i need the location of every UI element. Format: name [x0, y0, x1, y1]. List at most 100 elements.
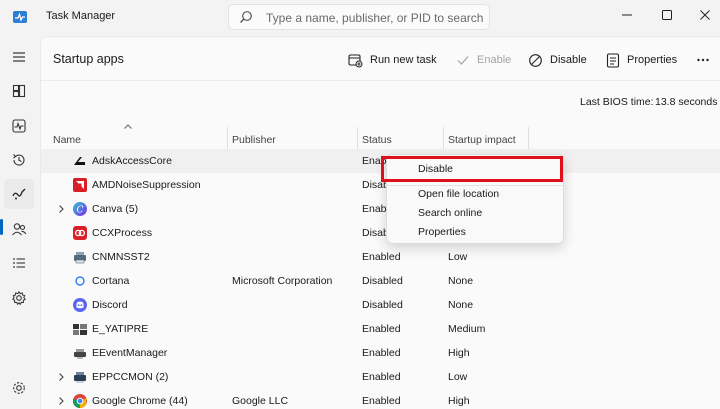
- epson-event-icon: [72, 345, 88, 361]
- column-divider[interactable]: [357, 127, 358, 151]
- column-header-startup-impact[interactable]: Startup impact: [448, 134, 516, 146]
- context-menu-item-properties[interactable]: Properties: [388, 223, 562, 242]
- settings-gear-icon: [13, 382, 25, 394]
- chevron-right-icon[interactable]: [56, 372, 66, 382]
- column-header-status[interactable]: Status: [362, 134, 392, 146]
- app-impact: Low: [448, 251, 468, 263]
- autodesk-icon: [72, 153, 88, 169]
- run-new-task-label: Run new task: [370, 54, 437, 66]
- amd-icon: [72, 177, 88, 193]
- app-name: EPPCCMON (2): [92, 371, 169, 383]
- app-name: Google Chrome (44): [92, 395, 188, 407]
- table-row[interactable]: Google Chrome (44) Google LLC Enabled Hi…: [41, 389, 720, 409]
- epson-monitor-icon: [72, 369, 88, 385]
- minimize-button[interactable]: [612, 3, 642, 27]
- app-status: Enabled: [362, 395, 401, 407]
- nav-services[interactable]: [4, 283, 34, 313]
- active-nav-indicator: [0, 219, 3, 235]
- canon-icon: [72, 249, 88, 265]
- title-bar: Task Manager Type a name, publisher, or …: [0, 0, 720, 34]
- chevron-right-icon[interactable]: [56, 204, 66, 214]
- performance-icon: [12, 119, 26, 133]
- app-impact: High: [448, 395, 470, 407]
- more-options-button[interactable]: [696, 48, 717, 72]
- app-impact: High: [448, 347, 470, 359]
- table-row[interactable]: EPPCCMON (2) Enabled Low: [41, 365, 720, 389]
- run-new-task-button[interactable]: Run new task: [348, 48, 437, 72]
- properties-button[interactable]: Properties: [606, 48, 677, 72]
- users-icon: [12, 223, 27, 236]
- task-manager-icon: [12, 9, 28, 25]
- bios-time-value: 13.8 seconds: [655, 96, 718, 108]
- nav-processes[interactable]: [4, 76, 34, 106]
- app-name: EEventManager: [92, 347, 168, 359]
- table-row[interactable]: Cortana Microsoft Corporation Disabled N…: [41, 269, 720, 293]
- maximize-button[interactable]: [652, 3, 682, 27]
- main-panel: Startup apps Run new task Enable Disable…: [40, 36, 720, 409]
- nav-users[interactable]: [4, 214, 34, 244]
- app-impact: None: [448, 299, 474, 311]
- side-navigation: [0, 34, 38, 409]
- nav-startup-apps[interactable]: [4, 179, 34, 209]
- checkmark-icon: [457, 56, 469, 65]
- sort-ascending-icon[interactable]: [123, 123, 133, 130]
- column-header-name[interactable]: Name: [53, 134, 81, 146]
- svg-text:C: C: [77, 206, 84, 216]
- column-header-publisher[interactable]: Publisher: [232, 134, 276, 146]
- app-status: Disabled: [362, 299, 403, 311]
- more-options-icon: [697, 58, 709, 62]
- run-task-icon: [348, 53, 363, 67]
- app-impact: None: [448, 275, 474, 287]
- bios-time-label: Last BIOS time:: [580, 96, 654, 108]
- details-icon: [13, 258, 25, 268]
- app-name: Discord: [92, 299, 128, 311]
- nav-details[interactable]: [4, 248, 34, 278]
- enable-label: Enable: [477, 54, 512, 66]
- column-divider[interactable]: [528, 127, 529, 151]
- app-impact: Low: [448, 371, 468, 383]
- cortana-icon: [72, 273, 88, 289]
- column-divider[interactable]: [227, 127, 228, 151]
- app-publisher: Google LLC: [232, 395, 289, 407]
- app-name: E_YATIPRE: [92, 323, 149, 335]
- app-status: Disabled: [362, 275, 403, 287]
- disable-button[interactable]: Disable: [528, 48, 587, 72]
- table-row[interactable]: CNMNSST2 Enabled Low: [41, 245, 720, 269]
- maximize-icon: [662, 10, 672, 20]
- enable-button[interactable]: Enable: [456, 48, 511, 72]
- nav-performance[interactable]: [4, 111, 34, 141]
- nav-settings[interactable]: [4, 373, 34, 403]
- table-row[interactable]: Discord Disabled None: [41, 293, 720, 317]
- close-button[interactable]: [690, 3, 720, 27]
- minimize-icon: [622, 14, 632, 16]
- column-divider[interactable]: [443, 127, 444, 151]
- disable-label: Disable: [550, 54, 587, 66]
- app-impact: Medium: [448, 323, 486, 335]
- page-title: Startup apps: [53, 52, 124, 66]
- properties-icon: [606, 52, 620, 68]
- context-menu-item-open-file-location[interactable]: Open file location: [388, 185, 562, 204]
- chrome-icon: [72, 393, 88, 409]
- app-name: Canva (5): [92, 203, 139, 215]
- table-row[interactable]: E_YATIPRE Enabled Medium: [41, 317, 720, 341]
- table-row[interactable]: C Canva (5) Enabled: [41, 197, 720, 221]
- canva-icon: C: [72, 201, 88, 217]
- command-bar-divider: [41, 80, 720, 81]
- app-name: Cortana: [92, 275, 130, 287]
- search-box[interactable]: Type a name, publisher, or PID to search: [228, 4, 490, 30]
- table-row[interactable]: EEventManager Enabled High: [41, 341, 720, 365]
- app-name: AMDNoiseSuppression: [92, 179, 201, 191]
- app-publisher: Microsoft Corporation: [232, 275, 333, 287]
- app-name: CNMNSST2: [92, 251, 150, 263]
- disable-icon: [529, 53, 542, 67]
- disable-highlight-annotation: [381, 156, 563, 182]
- hamburger-menu-button[interactable]: [4, 42, 34, 72]
- table-row[interactable]: CCXProcess Disabled: [41, 221, 720, 245]
- context-menu-item-search-online[interactable]: Search online: [388, 204, 562, 223]
- app-status: Enabled: [362, 251, 401, 263]
- search-icon: [239, 10, 253, 24]
- search-input[interactable]: Type a name, publisher, or PID to search: [266, 11, 483, 25]
- app-status: Enabled: [362, 371, 401, 383]
- chevron-right-icon[interactable]: [56, 396, 66, 406]
- nav-app-history[interactable]: [4, 145, 34, 175]
